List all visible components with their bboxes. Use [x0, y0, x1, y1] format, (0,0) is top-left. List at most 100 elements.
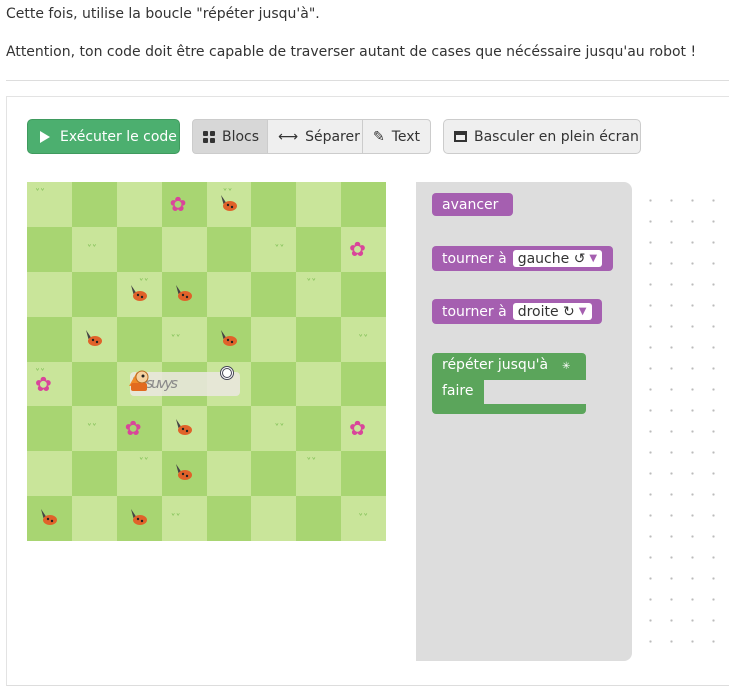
board-cell [206, 316, 252, 362]
board-cell: ˅˅ [341, 496, 386, 541]
beetle-icon [220, 329, 237, 346]
repeat-until-label: répéter jusqu'à [442, 357, 549, 373]
turn-left-block-label: tourner à [442, 250, 507, 267]
board-cell [341, 451, 386, 497]
tab-blocks-label: Blocs [222, 128, 260, 145]
grass-tuft: ˅˅ [274, 243, 285, 255]
board-cell [161, 271, 207, 317]
tab-blocks[interactable]: Blocs [192, 119, 268, 154]
flower-icon: ✿ [35, 371, 52, 396]
fullscreen-button[interactable]: Basculer en plein écran [443, 119, 641, 154]
run-code-button[interactable]: Exécuter le code [27, 119, 180, 154]
grid-icon [203, 130, 215, 143]
loop-body-slot[interactable] [484, 380, 586, 404]
turn-right-block[interactable]: tourner à droite ↻ ▼ [432, 299, 602, 324]
board-cell [71, 316, 117, 362]
board-cell [251, 361, 297, 407]
board-cell [296, 316, 342, 362]
instruction-line-2: Attention, ton code doit être capable de… [6, 44, 697, 60]
board-cell [296, 496, 342, 541]
board-cell [206, 271, 252, 317]
flower-icon: ✿ [124, 416, 142, 441]
board-cell: ˅˅ [161, 496, 207, 541]
forward-block[interactable]: avancer [432, 193, 513, 216]
board-cell [206, 226, 252, 272]
tab-split[interactable]: ⟷ Séparer [267, 119, 363, 154]
forward-block-label: avancer [442, 196, 499, 213]
beetle-icon [130, 284, 147, 301]
beetle-icon [175, 284, 192, 301]
instruction-line-1: Cette fois, utilise la boucle "répéter j… [6, 6, 320, 22]
turn-right-dropdown[interactable]: droite ↻ ▼ [512, 303, 592, 320]
board-cell [296, 406, 342, 452]
flower-icon: ✿ [169, 192, 187, 216]
board-cell [251, 271, 297, 317]
beetle-icon [220, 195, 237, 211]
board-cell [27, 406, 72, 452]
board-cell: ✿ [341, 226, 386, 272]
board-cell [296, 182, 342, 227]
grass-tuft: ˅˅ [170, 513, 181, 525]
divider [6, 80, 729, 81]
board-cell [27, 316, 72, 362]
beetle-icon [175, 419, 192, 436]
grass-tuft: ˅˅ [138, 457, 149, 469]
turn-right-option: droite ↻ [517, 303, 575, 320]
board-cell: ˅˅ [296, 451, 342, 497]
repeat-until-block[interactable]: répéter jusqu'à ✳ faire [432, 353, 586, 414]
board-cell [161, 451, 207, 497]
board-cell: ˅˅ [251, 226, 297, 272]
board-cell [27, 271, 72, 317]
turn-left-block[interactable]: tourner à gauche ↺ ▼ [432, 246, 613, 271]
board-cell: ˅˅ [296, 271, 342, 317]
grass-tuft: ˅˅ [358, 513, 369, 525]
board-cell [206, 496, 252, 541]
board-cell [341, 182, 386, 227]
grass-tuft: ˅˅ [35, 188, 45, 199]
board-cell: ˅˅ [71, 406, 117, 452]
caret-down-icon: ▼ [589, 253, 598, 264]
turn-left-dropdown[interactable]: gauche ↺ ▼ [512, 250, 603, 267]
pencil-icon: ✎ [373, 128, 385, 145]
board-cell: ˅˅ [71, 226, 117, 272]
board-cell: ˅˅ [341, 316, 386, 362]
spiral-target-icon [220, 366, 234, 380]
blocks-workspace[interactable] [632, 182, 729, 661]
tab-text-label: Text [391, 128, 421, 145]
board-cell [251, 316, 297, 362]
do-label: faire [442, 383, 474, 399]
window-icon [454, 131, 467, 142]
run-code-label: Exécuter le code [60, 128, 177, 145]
board-cell [341, 361, 386, 407]
board-cell [71, 182, 117, 227]
fullscreen-label: Basculer en plein écran [474, 128, 639, 145]
beetle-icon [175, 464, 192, 481]
board-cell: ˅˅ [116, 451, 162, 497]
board-cell: ✿ [116, 406, 162, 452]
flower-icon: ✿ [349, 416, 366, 441]
board-cell: ˅˅ [116, 271, 162, 317]
board-cell: ˅˅ ✿ [27, 361, 72, 407]
tab-text[interactable]: ✎ Text [362, 119, 431, 154]
board-cell [27, 496, 72, 541]
board-cell [161, 406, 207, 452]
grass-tuft: ˅˅ [170, 333, 181, 345]
board-cell [251, 182, 297, 227]
board-cell [296, 226, 342, 272]
beetle-icon [41, 509, 57, 526]
board-cell [296, 361, 342, 407]
board-cell [71, 451, 117, 497]
condition-input-slot[interactable]: ✳ [562, 361, 576, 373]
board-cell [116, 226, 162, 272]
board-cell [71, 496, 117, 541]
tab-split-label: Séparer [305, 128, 360, 145]
board-cell: ˅˅ [161, 316, 207, 362]
grass-tuft: ˅˅ [306, 277, 317, 289]
robot-character [129, 370, 149, 391]
board-cell [116, 316, 162, 362]
beetle-icon [130, 509, 147, 526]
board-cell [161, 226, 207, 272]
board-cell [206, 406, 252, 452]
grass-tuft: ˅˅ [274, 423, 285, 435]
board-cell [251, 451, 297, 497]
